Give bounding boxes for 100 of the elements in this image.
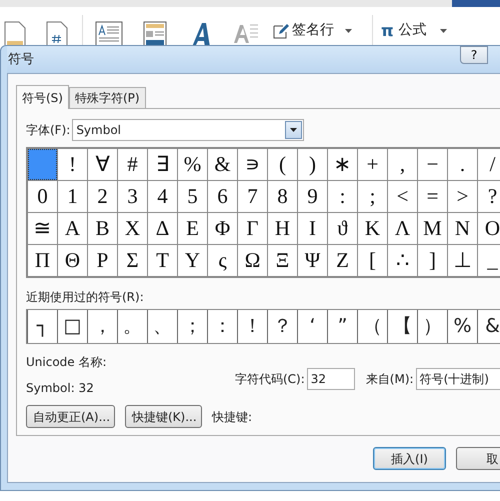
recent-symbol-cell[interactable]: 【: [388, 310, 417, 343]
symbol-cell[interactable]: >: [448, 181, 477, 212]
from-dropdown[interactable]: 符号(十进制): [416, 368, 500, 390]
symbol-cell[interactable]: 5: [178, 181, 207, 212]
symbol-cell[interactable]: Μ: [418, 213, 447, 244]
symbol-cell[interactable]: ∍: [238, 149, 267, 180]
symbol-cell[interactable]: .: [448, 149, 477, 180]
symbol-cell[interactable]: #: [118, 149, 147, 180]
symbol-cell[interactable]: Ζ: [328, 245, 357, 276]
symbol-cell[interactable]: ;: [358, 181, 387, 212]
tab[interactable]: 特殊字符(P): [68, 87, 146, 108]
recent-symbol-cell[interactable]: ┐: [28, 310, 57, 343]
symbol-cell[interactable]: ): [298, 149, 327, 180]
symbol-cell[interactable]: Α: [58, 213, 87, 244]
text-box-icon[interactable]: [95, 21, 123, 45]
recent-symbol-cell[interactable]: ？: [268, 310, 297, 343]
symbol-cell[interactable]: %: [178, 149, 207, 180]
symbol-cell[interactable]: ς: [208, 245, 237, 276]
font-dropdown[interactable]: Symbol: [72, 119, 304, 141]
symbol-cell[interactable]: Ξ: [268, 245, 297, 276]
symbol-cell[interactable]: :: [328, 181, 357, 212]
symbol-cell[interactable]: Π: [28, 245, 57, 276]
symbol-cell[interactable]: ≅: [28, 213, 57, 244]
symbol-cell[interactable]: 9: [298, 181, 327, 212]
symbol-cell[interactable]: Ω: [238, 245, 267, 276]
autocorrect-button[interactable]: 自动更正(A)...: [26, 405, 115, 428]
shortcut-key-button[interactable]: 快捷键(K)...: [125, 405, 202, 428]
cancel-button[interactable]: 取: [456, 447, 500, 470]
symbol-cell[interactable]: =: [418, 181, 447, 212]
symbol-cell[interactable]: +: [358, 149, 387, 180]
quick-parts-icon[interactable]: [143, 21, 167, 45]
caret-icon: [345, 28, 352, 32]
char-code-field[interactable]: 32: [306, 368, 355, 390]
page-number-icon[interactable]: [46, 21, 68, 45]
symbol-cell[interactable]: ∗: [328, 149, 357, 180]
symbol-cell[interactable]: ,: [388, 149, 417, 180]
symbol-cell[interactable]: ∴: [388, 245, 417, 276]
symbol-cell[interactable]: Σ: [118, 245, 147, 276]
symbol-cell[interactable]: Β: [88, 213, 117, 244]
symbol-cell[interactable]: !: [58, 149, 87, 180]
symbol-cell[interactable]: _: [478, 245, 500, 276]
symbol-cell[interactable]: Η: [268, 213, 297, 244]
symbol-cell[interactable]: [28, 149, 57, 180]
help-button[interactable]: ?: [460, 46, 488, 64]
symbol-cell[interactable]: Φ: [208, 213, 237, 244]
symbol-cell[interactable]: (: [268, 149, 297, 180]
cover-page-icon[interactable]: [4, 21, 26, 45]
recent-symbol-cell[interactable]: 。: [118, 310, 147, 343]
symbol-cell[interactable]: 1: [58, 181, 87, 212]
symbol-cell[interactable]: <: [388, 181, 417, 212]
symbol-cell[interactable]: Λ: [388, 213, 417, 244]
symbol-cell[interactable]: Υ: [178, 245, 207, 276]
symbol-cell[interactable]: 2: [88, 181, 117, 212]
symbol-cell[interactable]: ∀: [88, 149, 117, 180]
symbol-cell[interactable]: Τ: [148, 245, 177, 276]
symbol-cell[interactable]: Θ: [58, 245, 87, 276]
symbol-cell[interactable]: −: [418, 149, 447, 180]
symbol-cell[interactable]: 3: [118, 181, 147, 212]
symbol-cell[interactable]: Ο: [478, 213, 500, 244]
recent-symbol-cell[interactable]: ；: [178, 310, 207, 343]
title-bar-corner: [452, 0, 500, 7]
equation-button[interactable]: π 公式: [381, 20, 447, 41]
recent-symbol-cell[interactable]: ！: [238, 310, 267, 343]
signature-line-button[interactable]: 签名行: [273, 20, 352, 41]
symbol-cell[interactable]: Ψ: [298, 245, 327, 276]
symbol-cell[interactable]: 7: [238, 181, 267, 212]
recent-symbol-cell[interactable]: %: [448, 310, 477, 343]
symbol-cell[interactable]: ϑ: [328, 213, 357, 244]
pi-icon: π: [381, 22, 394, 38]
symbol-cell[interactable]: 8: [268, 181, 297, 212]
symbol-cell[interactable]: /: [478, 149, 500, 180]
char-code-label: 字符代码(C):: [235, 371, 305, 388]
symbol-cell[interactable]: ∃: [148, 149, 177, 180]
symbol-cell[interactable]: Δ: [148, 213, 177, 244]
recent-symbol-cell[interactable]: ”: [328, 310, 357, 343]
symbol-cell[interactable]: [: [358, 245, 387, 276]
symbol-cell[interactable]: ⊥: [448, 245, 477, 276]
symbol-cell[interactable]: Ε: [178, 213, 207, 244]
symbol-cell[interactable]: Ι: [298, 213, 327, 244]
symbol-cell[interactable]: Γ: [238, 213, 267, 244]
tab[interactable]: 符号(S): [16, 85, 69, 109]
symbol-cell[interactable]: Ρ: [88, 245, 117, 276]
recent-symbol-cell[interactable]: （: [358, 310, 387, 343]
recent-symbol-cell[interactable]: 、: [148, 310, 177, 343]
insert-button[interactable]: 插入(I): [373, 447, 446, 470]
symbol-cell[interactable]: Κ: [358, 213, 387, 244]
recent-symbol-cell[interactable]: ）: [418, 310, 447, 343]
recent-symbol-cell[interactable]: ：: [208, 310, 237, 343]
symbol-cell[interactable]: Ν: [448, 213, 477, 244]
recent-symbol-cell[interactable]: &: [478, 310, 500, 343]
symbol-cell[interactable]: 0: [28, 181, 57, 212]
symbol-cell[interactable]: 6: [208, 181, 237, 212]
symbol-cell[interactable]: Χ: [118, 213, 147, 244]
recent-symbol-cell[interactable]: ‘: [298, 310, 327, 343]
symbol-cell[interactable]: 4: [148, 181, 177, 212]
symbol-cell[interactable]: ]: [418, 245, 447, 276]
recent-symbol-cell[interactable]: ，: [88, 310, 117, 343]
symbol-cell[interactable]: ?: [478, 181, 500, 212]
recent-symbol-cell[interactable]: □: [58, 310, 87, 343]
symbol-cell[interactable]: &: [208, 149, 237, 180]
